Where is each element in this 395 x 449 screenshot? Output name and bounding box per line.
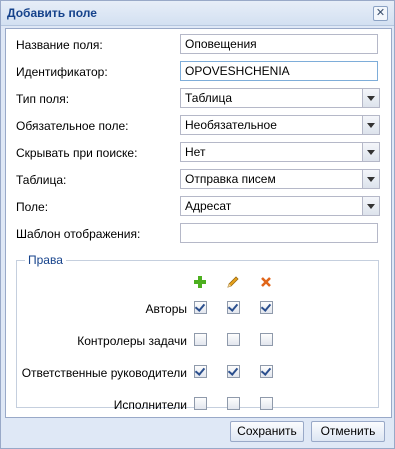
required-select[interactable]: Необязательное xyxy=(180,115,380,135)
rights-row-label: Контролеры задачи xyxy=(77,334,187,348)
display-template-label: Шаблон отображения: xyxy=(16,227,141,241)
field-type-label: Тип поля: xyxy=(16,92,70,106)
display-template-input[interactable] xyxy=(180,223,378,243)
required-label: Обязательное поле: xyxy=(16,119,129,133)
checkbox-controllers-edit[interactable] xyxy=(227,333,240,346)
checkbox-executors-edit[interactable] xyxy=(227,397,240,410)
table-select[interactable]: Отправка писем xyxy=(180,169,380,189)
checkbox-executors-delete[interactable] xyxy=(260,397,273,410)
rights-legend: Права xyxy=(28,253,63,267)
rights-fieldset: Права Авторы Контролеры задачи Ответстве… xyxy=(16,253,379,412)
checkbox-authors-add[interactable] xyxy=(194,301,207,314)
chevron-down-icon[interactable] xyxy=(362,197,379,215)
checkbox-executors-add[interactable] xyxy=(194,397,207,410)
dialog-title: Добавить поле xyxy=(7,6,97,20)
add-field-dialog: Добавить поле ✕ Название поля: Оповещени… xyxy=(0,0,395,449)
checkbox-managers-add[interactable] xyxy=(194,365,207,378)
field-type-value: Таблица xyxy=(185,91,233,105)
field-name-input[interactable]: Оповещения xyxy=(180,34,378,54)
save-button[interactable]: Сохранить xyxy=(230,421,304,442)
rights-row-label: Исполнители xyxy=(113,398,187,412)
cancel-button[interactable]: Отменить xyxy=(311,421,385,442)
dialog-body: Название поля: Оповещения Идентификатор:… xyxy=(5,28,392,418)
table-label: Таблица: xyxy=(16,173,67,187)
close-icon[interactable]: ✕ xyxy=(373,6,388,21)
field-select[interactable]: Адресат xyxy=(180,196,380,216)
checkbox-managers-delete[interactable] xyxy=(260,365,273,378)
rights-row-label: Авторы xyxy=(145,302,187,316)
checkbox-controllers-add[interactable] xyxy=(194,333,207,346)
hide-in-search-value: Нет xyxy=(185,145,206,159)
table-value: Отправка писем xyxy=(185,172,276,186)
chevron-down-icon[interactable] xyxy=(362,116,379,134)
checkbox-authors-edit[interactable] xyxy=(227,301,240,314)
chevron-down-icon[interactable] xyxy=(362,143,379,161)
required-value: Необязательное xyxy=(185,118,277,132)
delete-icon xyxy=(261,277,271,287)
chevron-down-icon[interactable] xyxy=(362,89,379,107)
field-type-select[interactable]: Таблица xyxy=(180,88,380,108)
hide-in-search-label: Скрывать при поиске: xyxy=(16,146,138,160)
add-icon xyxy=(194,276,206,288)
hide-in-search-select[interactable]: Нет xyxy=(180,142,380,162)
identifier-label: Идентификатор: xyxy=(16,65,108,79)
field-value: Адресат xyxy=(185,199,232,213)
chevron-down-icon[interactable] xyxy=(362,170,379,188)
dialog-titlebar[interactable]: Добавить поле ✕ xyxy=(1,1,394,26)
edit-icon xyxy=(227,276,239,288)
identifier-input[interactable]: OPOVESHCHENIA xyxy=(180,61,378,81)
rights-row-label: Ответственные руководители xyxy=(21,366,187,380)
checkbox-managers-edit[interactable] xyxy=(227,365,240,378)
checkbox-authors-delete[interactable] xyxy=(260,301,273,314)
field-label: Поле: xyxy=(16,200,49,214)
field-name-label: Название поля: xyxy=(16,38,103,52)
checkbox-controllers-delete[interactable] xyxy=(260,333,273,346)
